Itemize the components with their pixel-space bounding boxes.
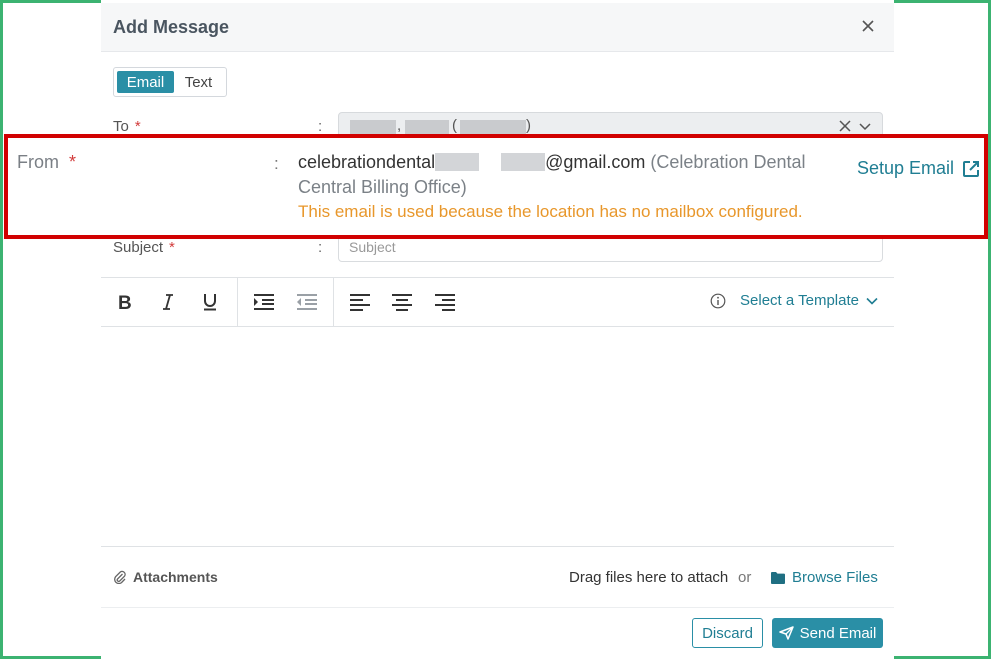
select-template-label: Select a Template [740,292,859,309]
subject-colon: : [318,239,323,256]
chevron-down-icon [866,297,878,305]
from-location-name: (Celebration Dental [650,152,806,172]
align-left-icon[interactable] [349,291,371,313]
to-label: To * [113,118,141,135]
or-text: or [738,569,752,586]
email-toggle-button[interactable]: Email [117,71,174,93]
info-icon[interactable] [710,293,726,309]
setup-email-link[interactable]: Setup Email [857,158,980,179]
from-label-text: From [17,152,59,172]
from-row-highlight: From * : celebrationdental @gmail.com (Cel… [4,134,988,239]
outdent-icon[interactable] [296,291,318,313]
from-address: celebrationdental @gmail.com (Celebration… [298,152,806,173]
bold-icon[interactable]: B [114,291,136,313]
clear-icon[interactable] [838,119,852,133]
send-email-label: Send Email [799,624,877,642]
required-asterisk: * [169,239,175,256]
channel-toggle: Email Text [113,67,227,97]
discard-button[interactable]: Discard [692,618,763,648]
add-message-dialog: Add Message Email Text To * : , ( ) Subje… [101,0,894,659]
drag-files-text: Drag files here to attach [569,569,729,586]
browse-files-label: Browse Files [792,569,878,586]
svg-text:B: B [118,293,132,311]
text-toggle-button[interactable]: Text [174,71,223,93]
align-center-icon[interactable] [391,291,413,313]
close-icon[interactable] [860,18,876,34]
attachments-label: Attachments [113,569,218,585]
required-asterisk: * [134,118,141,135]
send-icon [778,626,794,640]
from-location-name-cont: Central Billing Office) [298,177,467,197]
attachments-bar: Attachments Drag files here to attach or… [101,546,894,608]
redacted-text [350,120,396,134]
underline-icon[interactable] [199,291,221,313]
from-label: From * [17,152,76,173]
redacted-text [460,120,526,134]
redacted-text [501,153,546,171]
dialog-title: Add Message [113,17,230,37]
send-email-button[interactable]: Send Email [772,618,883,648]
to-label-text: To [113,118,129,135]
to-paren-close: ) [526,117,531,134]
from-email-prefix: celebrationdental [298,152,436,172]
folder-icon [771,571,785,584]
dialog-header: Add Message [101,3,894,52]
external-link-icon [963,160,980,177]
required-asterisk: * [69,152,77,172]
chevron-down-icon[interactable] [858,120,872,134]
to-comma: , [397,117,402,134]
message-body-editor[interactable] [101,328,894,545]
to-paren-open: ( [452,117,457,134]
redacted-text [435,153,480,171]
subject-label: Subject * [113,239,175,256]
select-template-dropdown[interactable]: Select a Template [710,292,879,309]
subject-label-text: Subject [113,239,164,256]
toolbar-divider [237,278,238,327]
indent-icon[interactable] [253,291,275,313]
italic-icon[interactable] [157,291,179,313]
paperclip-icon [114,570,126,584]
browse-files-link[interactable]: Browse Files [771,569,878,586]
attachments-label-text: Attachments [133,569,218,585]
setup-email-label: Setup Email [857,158,955,178]
redacted-text [405,120,449,134]
mailbox-warning: This email is used because the location … [298,202,803,221]
to-colon: : [318,118,323,135]
from-colon: : [274,154,279,173]
from-email-suffix: @gmail.com [545,152,646,172]
toolbar-divider [333,278,334,327]
editor-toolbar: B Select a Template [101,277,894,327]
align-right-icon[interactable] [434,291,456,313]
